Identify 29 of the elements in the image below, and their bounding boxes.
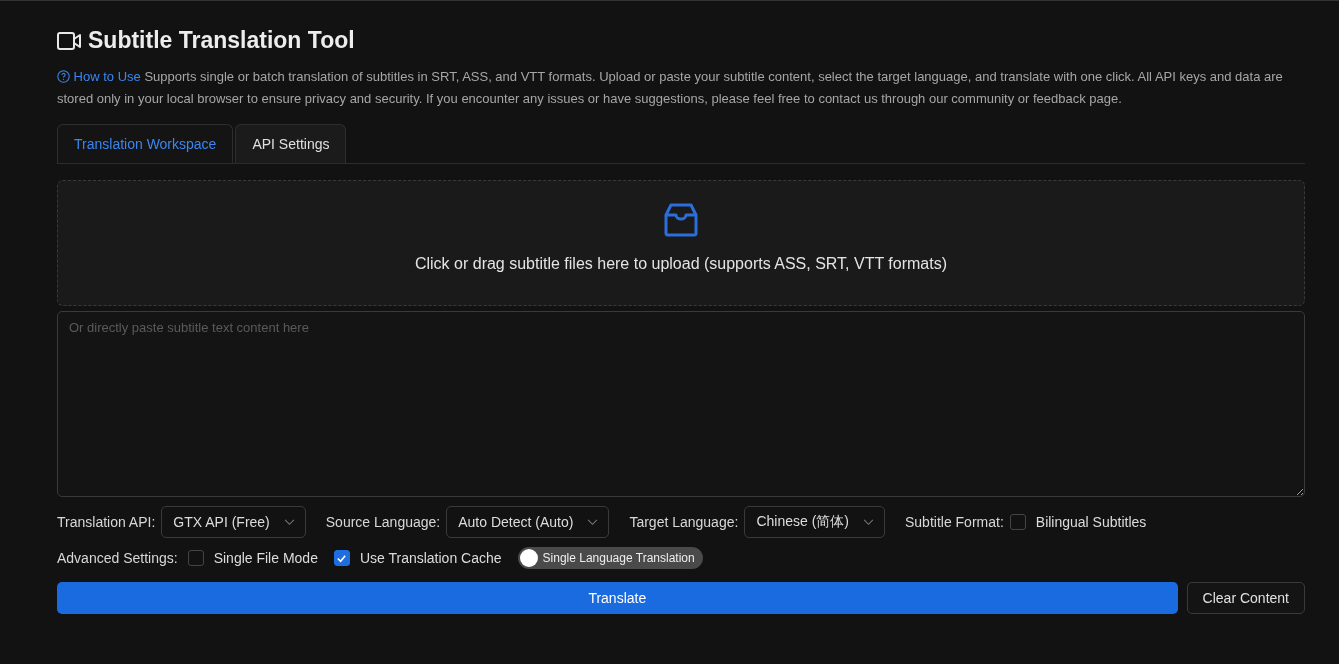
field-label: Subtitle Format: xyxy=(904,514,1004,530)
inbox-icon xyxy=(662,201,700,239)
translate-button[interactable]: Translate xyxy=(57,582,1178,614)
intro-paragraph: How to Use Supports single or batch translation of subtitles in SRT, ASS, and VTT formats. Upload or paste your subtitle content, select the target language, and translate with one click. All API keys and data are stored only in your local browser to ensure privacy and security. If you encounter any issues or have suggestions, please feel free to contact us through our community or feedback page. xyxy=(57,68,1284,108)
dropdown[interactable]: Auto Detect (Auto) xyxy=(446,506,610,538)
field-label: Target Language: xyxy=(629,514,739,530)
field-label: Translation API: xyxy=(57,514,156,530)
toggle-switch[interactable]: Single Language Translation xyxy=(517,547,703,569)
help-icon xyxy=(57,70,70,83)
paste-text-field[interactable]: Or directly paste subtitle text content here xyxy=(57,311,1305,497)
video-camera-icon xyxy=(57,30,81,51)
tab[interactable]: API Settings xyxy=(235,124,347,163)
upload-area[interactable]: Click or drag subtitle files here to upload (supports ASS, SRT, VTT formats) xyxy=(57,180,1305,306)
page-title: Subtitle Translation Tool xyxy=(88,27,355,54)
checkbox-option[interactable]: Use Translation Cache xyxy=(333,550,502,566)
dropdown[interactable]: Chinese (简体) xyxy=(744,506,885,538)
chevron-down-icon xyxy=(587,518,599,526)
checkbox-option[interactable]: Bilingual Subtitles xyxy=(1009,514,1147,530)
checkbox-option[interactable]: Single File Mode xyxy=(187,550,318,566)
field-label: Source Language: xyxy=(325,514,441,530)
chevron-down-icon xyxy=(283,518,295,526)
field-label: Advanced Settings: xyxy=(57,550,178,566)
chevron-down-icon xyxy=(862,518,874,526)
clear-content-button[interactable]: Clear Content xyxy=(1186,582,1305,614)
checkmark-icon xyxy=(336,552,348,564)
upload-hint: Click or drag subtitle files here to upload (supports ASS, SRT, VTT formats) xyxy=(414,255,948,273)
dropdown[interactable]: GTX API (Free) xyxy=(161,506,306,538)
tab[interactable]: Translation Workspace xyxy=(57,124,234,163)
how-to-use-link[interactable]: How to Use xyxy=(57,69,141,84)
